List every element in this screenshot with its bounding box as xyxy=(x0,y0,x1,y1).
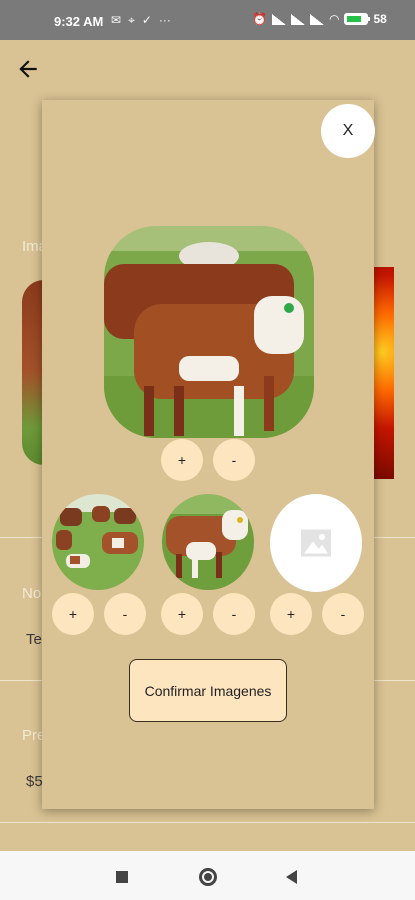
mail-icon: ✉ xyxy=(111,13,122,27)
battery-percent: 58 xyxy=(373,12,387,26)
thumbnail-3-plus-button[interactable]: + xyxy=(270,593,312,635)
home-icon[interactable] xyxy=(199,868,217,886)
recent-apps-icon[interactable] xyxy=(116,871,128,883)
more-dots-icon: ··· xyxy=(158,13,171,27)
background-image-preview xyxy=(22,280,44,465)
divider xyxy=(0,822,415,823)
system-nav-bar xyxy=(0,851,415,900)
status-time: 9:32 AM xyxy=(54,14,104,29)
thumbnail-cows-herd[interactable] xyxy=(52,494,144,590)
main-photo-plus-button[interactable]: + xyxy=(161,439,203,481)
thumbnail-1-plus-button[interactable]: + xyxy=(52,593,94,635)
name-label: No xyxy=(22,585,42,602)
signal-2-icon xyxy=(290,13,305,25)
status-bar: 9:32 AM ✉ ⌖ ✓ ··· ⏰ ◠ 58 xyxy=(0,0,415,40)
signal-icon xyxy=(271,13,286,25)
price-value: $5 xyxy=(26,773,43,790)
thumbnail-3-minus-button[interactable]: - xyxy=(322,593,364,635)
empty-image-slot[interactable] xyxy=(270,494,362,592)
main-photo-minus-button[interactable]: - xyxy=(213,439,255,481)
signal-3-icon xyxy=(309,13,324,25)
wifi-icon: ◠ xyxy=(328,12,340,26)
alarm-icon: ⏰ xyxy=(252,12,267,26)
nav-back-icon[interactable] xyxy=(286,870,297,884)
name-value: Te xyxy=(26,631,42,648)
location-icon: ⌖ xyxy=(128,13,135,27)
battery-icon xyxy=(344,13,371,25)
background-fire-image xyxy=(374,267,394,479)
system-icons: ⏰ ◠ 58 xyxy=(252,12,387,26)
thumbnail-calf[interactable] xyxy=(162,494,254,590)
image-placeholder-icon xyxy=(301,529,331,557)
thumbnail-2-minus-button[interactable]: - xyxy=(213,593,255,635)
check-download-icon: ✓ xyxy=(141,13,152,27)
confirm-images-button[interactable]: Confirmar Imagenes xyxy=(129,659,287,722)
thumbnail-2-plus-button[interactable]: + xyxy=(161,593,203,635)
thumbnail-1-minus-button[interactable]: - xyxy=(104,593,146,635)
close-button[interactable]: X xyxy=(321,104,375,158)
main-cow-photo[interactable] xyxy=(104,226,314,438)
notification-icons: ✉ ⌖ ✓ ··· xyxy=(111,13,171,28)
back-arrow-icon[interactable] xyxy=(15,56,41,82)
